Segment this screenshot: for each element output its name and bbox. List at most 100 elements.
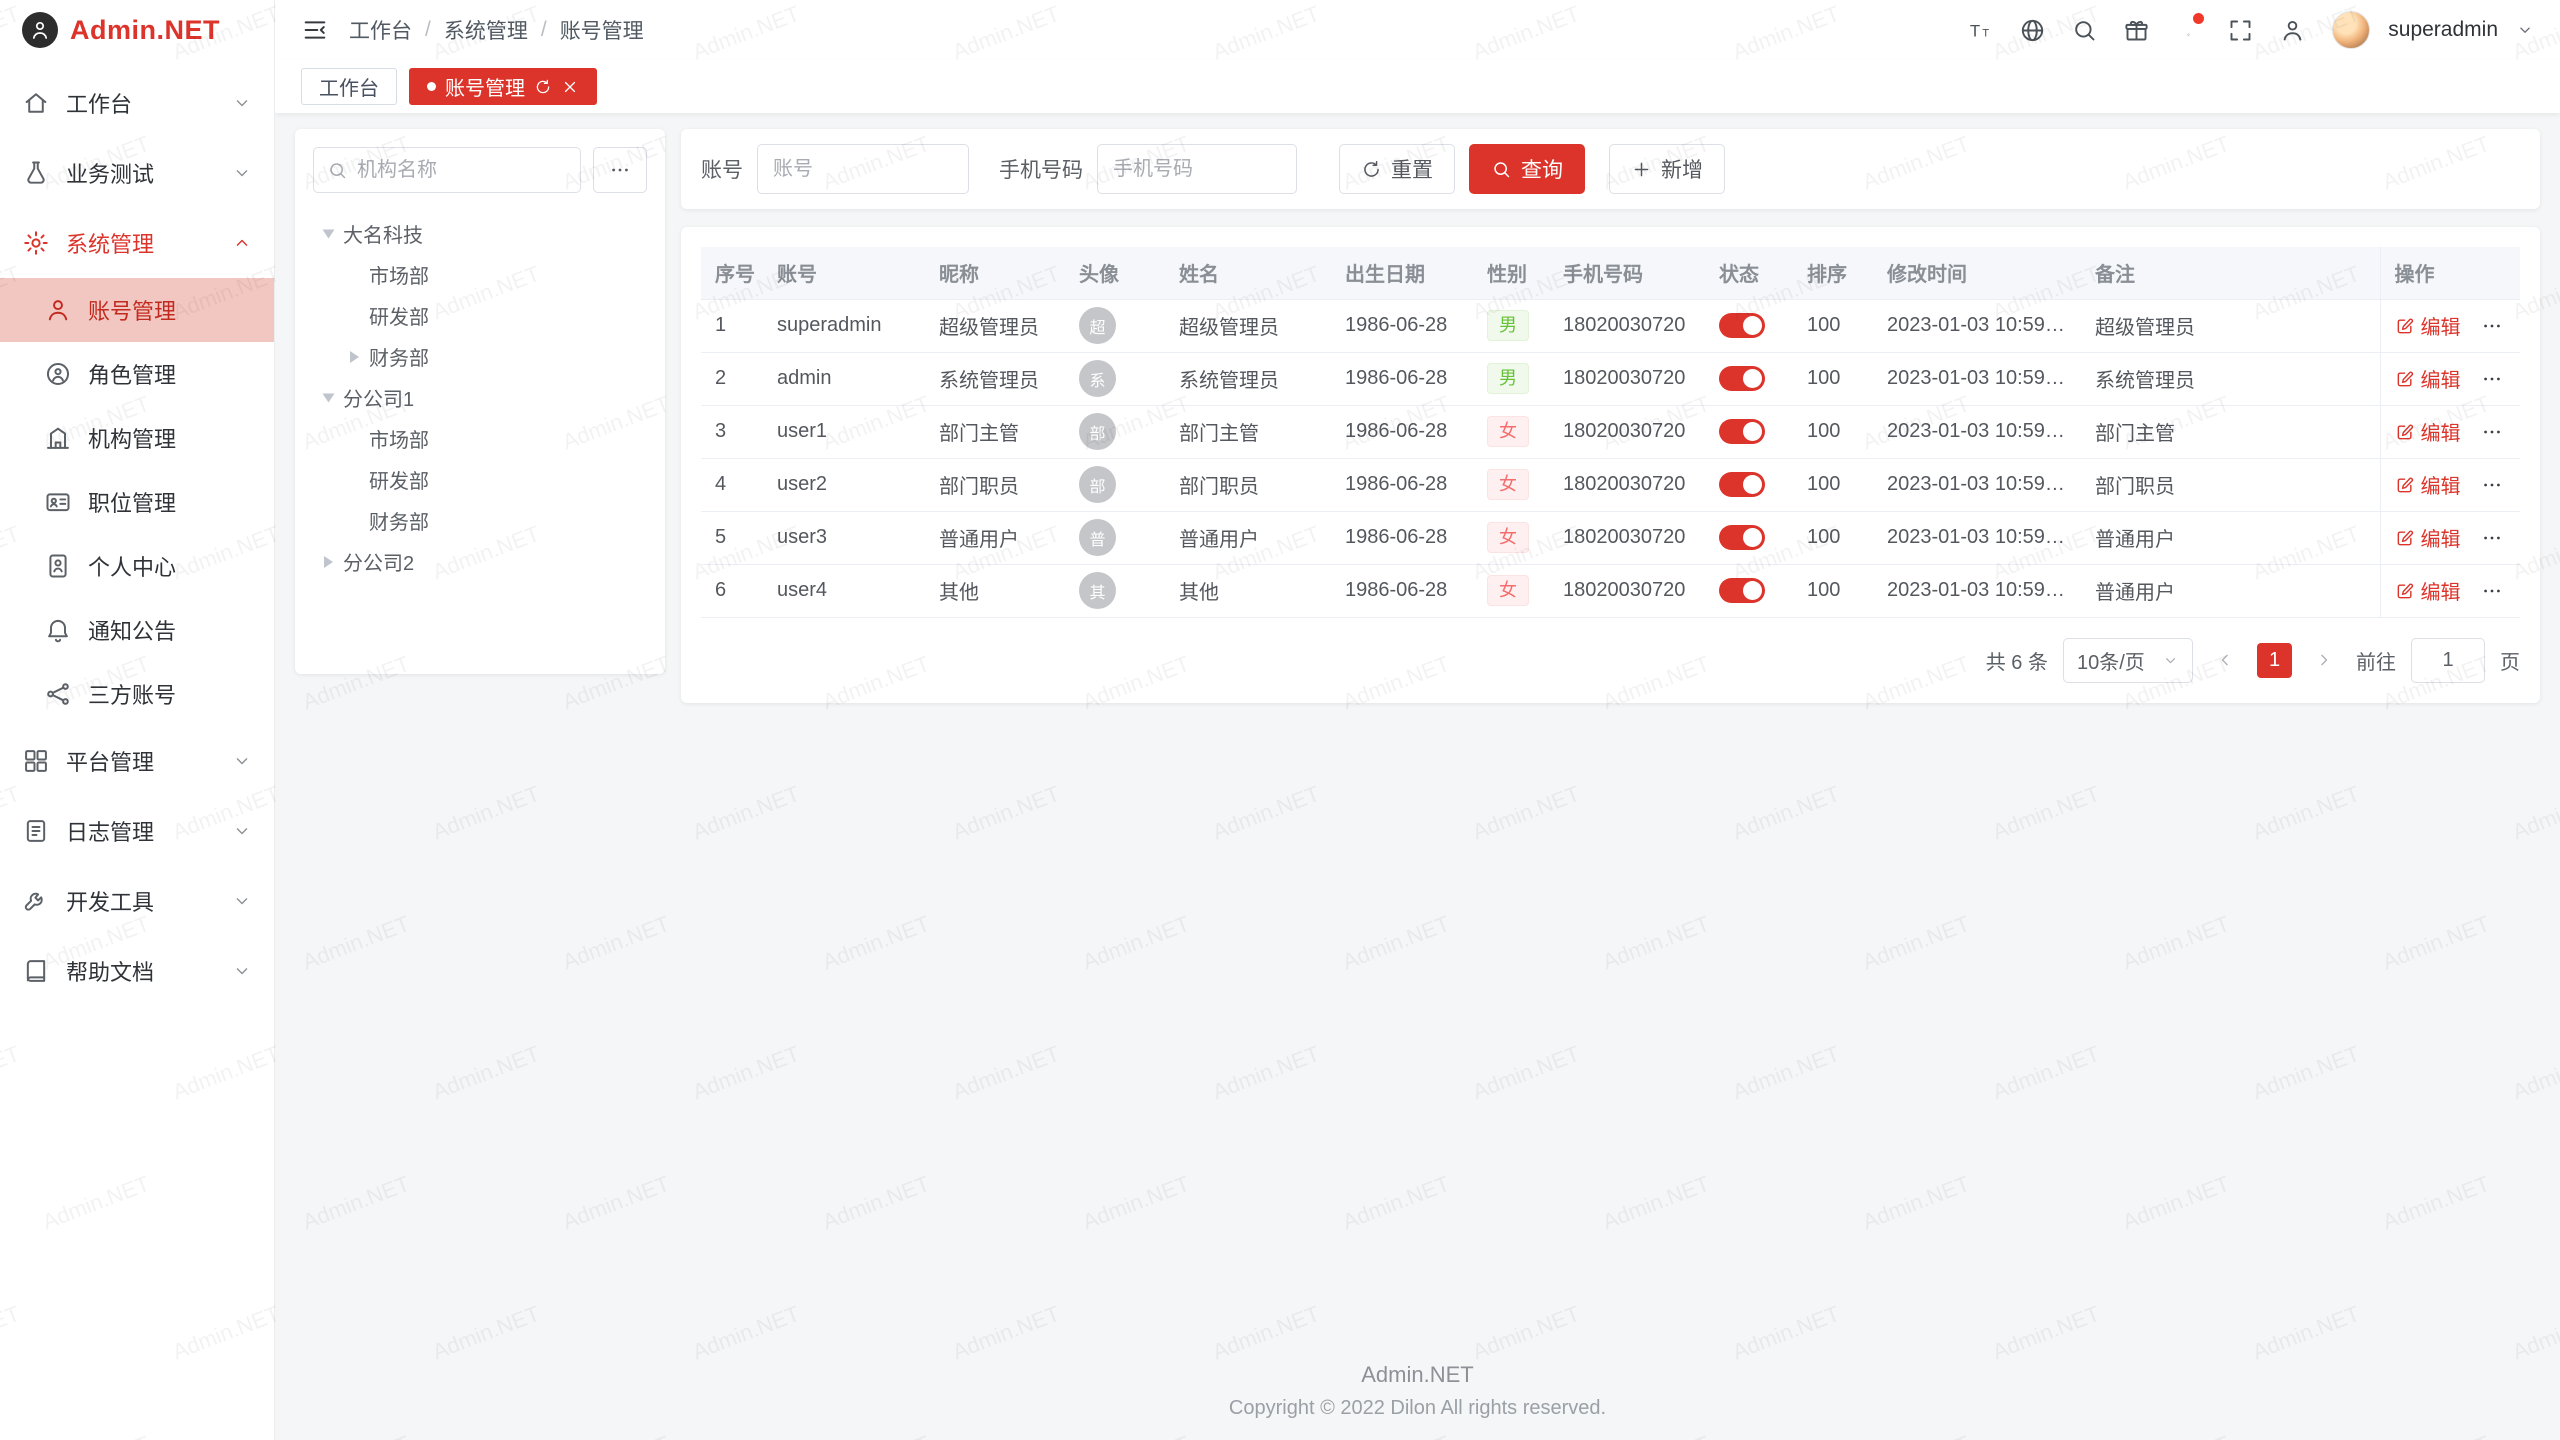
fullscreen-icon[interactable]	[2227, 17, 2254, 44]
sidebar-item[interactable]: 平台管理	[0, 726, 274, 796]
tree-caret-icon[interactable]	[313, 541, 343, 582]
order-cell: 100	[1793, 564, 1873, 617]
tree-caret-placeholder	[339, 459, 369, 500]
bell-icon[interactable]	[2175, 15, 2202, 46]
sidebar-subitem[interactable]: 角色管理	[0, 342, 274, 406]
refresh-icon[interactable]	[534, 78, 552, 96]
tree-node[interactable]: 市场部	[313, 254, 647, 295]
prev-page-button[interactable]	[2208, 643, 2242, 677]
close-icon[interactable]	[561, 78, 579, 96]
status-toggle[interactable]	[1719, 419, 1765, 444]
org-more-button[interactable]	[593, 147, 647, 193]
page-size-select[interactable]: 10条/页	[2063, 638, 2193, 683]
column-header: 账号	[763, 247, 925, 299]
tree-node[interactable]: 财务部	[313, 336, 647, 377]
edit-button[interactable]: 编辑	[2395, 417, 2461, 446]
goto-label: 前往	[2356, 646, 2396, 675]
language-icon[interactable]	[2019, 17, 2046, 44]
more-button[interactable]	[2481, 315, 2503, 337]
tree-node[interactable]: 分公司2	[313, 541, 647, 582]
breadcrumb-item[interactable]: 系统管理	[444, 15, 528, 45]
username[interactable]: superadmin	[2388, 18, 2498, 42]
gender-cell: 女	[1473, 511, 1549, 564]
sidebar-subitem[interactable]: 机构管理	[0, 406, 274, 470]
breadcrumb-item[interactable]: 账号管理	[560, 15, 644, 45]
sidebar-subitem[interactable]: 账号管理	[0, 278, 274, 342]
search-button[interactable]: 查询	[1469, 144, 1585, 194]
tab-item[interactable]: 账号管理	[409, 68, 597, 105]
edit-icon	[2395, 581, 2415, 601]
more-button[interactable]	[2481, 580, 2503, 602]
search-icon	[1491, 159, 1512, 180]
tree-node[interactable]: 分公司1	[313, 377, 647, 418]
sidebar-item[interactable]: 帮助文档	[0, 936, 274, 1006]
tree-node[interactable]: 市场部	[313, 418, 647, 459]
goto-page-input[interactable]	[2411, 638, 2485, 683]
phone-filter-input[interactable]	[1097, 144, 1297, 194]
sidebar-item[interactable]: 业务测试	[0, 138, 274, 208]
breadcrumb-item[interactable]: 工作台	[349, 15, 412, 45]
tree-node[interactable]: 大名科技	[313, 213, 647, 254]
brand-logo[interactable]: Admin.NET	[0, 0, 274, 60]
more-button[interactable]	[2481, 368, 2503, 390]
edit-button[interactable]: 编辑	[2395, 470, 2461, 499]
edit-button[interactable]: 编辑	[2395, 523, 2461, 552]
sidebar-item[interactable]: 系统管理	[0, 208, 274, 278]
more-button[interactable]	[2481, 421, 2503, 443]
edit-button-label: 编辑	[2421, 470, 2461, 499]
tree-node[interactable]: 财务部	[313, 500, 647, 541]
more-button[interactable]	[2481, 527, 2503, 549]
tab-item[interactable]: 工作台	[301, 68, 397, 105]
tree-node[interactable]: 研发部	[313, 459, 647, 500]
chevron-down-icon[interactable]	[2516, 21, 2534, 39]
status-cell	[1705, 405, 1793, 458]
sidebar-subitem[interactable]: 个人中心	[0, 534, 274, 598]
filter-bar: 账号 手机号码 重置 查询 新增	[681, 129, 2540, 209]
phone-cell: 18020030720	[1549, 511, 1705, 564]
sidebar-subitem[interactable]: 职位管理	[0, 470, 274, 534]
tab-label: 账号管理	[445, 72, 525, 101]
tree-caret-icon[interactable]	[313, 213, 343, 254]
sidebar-item[interactable]: 工作台	[0, 68, 274, 138]
font-size-icon[interactable]: TT	[1967, 17, 1994, 44]
account-filter-input[interactable]	[757, 144, 969, 194]
current-page[interactable]: 1	[2257, 643, 2292, 678]
avatar: 系	[1079, 360, 1116, 397]
tree-node[interactable]: 研发部	[313, 295, 647, 336]
edit-button[interactable]: 编辑	[2395, 576, 2461, 605]
status-toggle[interactable]	[1719, 578, 1765, 603]
next-page-button[interactable]	[2307, 643, 2341, 677]
user-avatar[interactable]	[2332, 11, 2370, 49]
menu-fold-icon[interactable]	[301, 16, 329, 44]
more-button[interactable]	[2481, 474, 2503, 496]
avatar: 部	[1079, 413, 1116, 450]
sidebar-subitem[interactable]: 通知公告	[0, 598, 274, 662]
sidebar-item[interactable]: 日志管理	[0, 796, 274, 866]
chevron-down-icon	[232, 93, 252, 113]
edit-button[interactable]: 编辑	[2395, 311, 2461, 340]
search-icon[interactable]	[2071, 17, 2098, 44]
status-toggle[interactable]	[1719, 366, 1765, 391]
org-search-input[interactable]	[357, 159, 567, 182]
status-toggle[interactable]	[1719, 313, 1765, 338]
brand-name: Admin.NET	[70, 15, 220, 46]
table-row: 1superadmin超级管理员超超级管理员1986-06-28男1802003…	[701, 299, 2520, 352]
column-header: 昵称	[925, 247, 1065, 299]
sidebar-subitem-label: 角色管理	[88, 358, 176, 390]
tree-caret-icon[interactable]	[313, 377, 343, 418]
sidebar-subitem[interactable]: 三方账号	[0, 662, 274, 726]
edit-button[interactable]: 编辑	[2395, 364, 2461, 393]
gift-icon[interactable]	[2123, 17, 2150, 44]
reset-button[interactable]: 重置	[1339, 144, 1455, 194]
add-button[interactable]: 新增	[1609, 144, 1725, 194]
tree-caret-icon[interactable]	[339, 336, 369, 377]
sidebar-item[interactable]: 开发工具	[0, 866, 274, 936]
person-icon[interactable]	[2279, 17, 2306, 44]
org-panel-toolbar	[313, 147, 647, 193]
gender-cell: 女	[1473, 564, 1549, 617]
status-cell	[1705, 458, 1793, 511]
status-toggle[interactable]	[1719, 472, 1765, 497]
edit-button-label: 编辑	[2421, 576, 2461, 605]
birthdate-cell: 1986-06-28	[1331, 511, 1473, 564]
status-toggle[interactable]	[1719, 525, 1765, 550]
